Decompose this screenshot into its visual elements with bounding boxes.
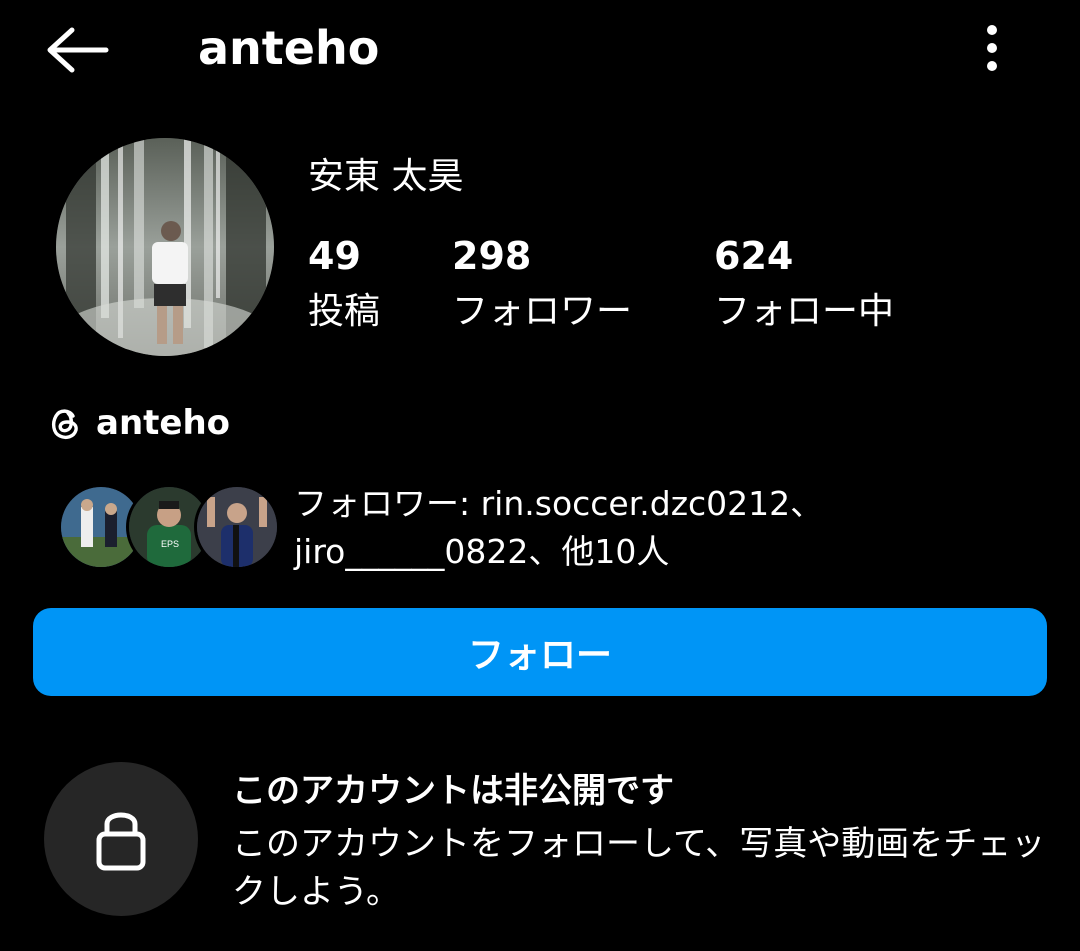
following-label: フォロー中 [714, 291, 895, 332]
private-account-badge [44, 762, 198, 916]
follow-button[interactable]: フォロー [33, 608, 1047, 696]
svg-text:EPS: EPS [161, 539, 179, 549]
posts-count: 49 [308, 234, 361, 278]
mutual-follower-photo [197, 487, 277, 567]
mutual-followers-line2: jiro______0822、他10人 [294, 532, 670, 571]
more-vertical-icon [987, 25, 997, 71]
mutual-followers[interactable]: EPS フォロワー: rin.soccer.dzc0212、 jiro_____… [58, 480, 1058, 580]
posts-label: 投稿 [308, 291, 381, 332]
profile-photo-image [56, 138, 274, 356]
back-button[interactable] [40, 20, 112, 80]
followers-count: 298 [452, 234, 532, 278]
lock-icon [96, 812, 146, 871]
more-options-button[interactable] [968, 22, 1016, 74]
following-count: 624 [714, 234, 794, 278]
mutual-followers-text: フォロワー: rin.soccer.dzc0212、 jiro______082… [294, 480, 1054, 576]
mutual-follower-avatar [194, 484, 280, 570]
followers-stat[interactable]: 298 フォロワー [452, 228, 632, 340]
threads-handle: anteho [96, 403, 231, 443]
profile-avatar[interactable] [56, 138, 274, 356]
private-account-title: このアカウントは非公開です [232, 771, 674, 811]
top-app-bar: anteho [0, 0, 1080, 100]
threads-icon [51, 409, 78, 440]
arrow-left-icon [47, 27, 109, 73]
threads-profile-link[interactable]: anteho [46, 400, 230, 446]
posts-stat[interactable]: 49 投稿 [308, 228, 380, 340]
username-title: anteho [198, 21, 380, 75]
mutual-followers-line1: フォロワー: rin.soccer.dzc0212、 [294, 484, 824, 523]
following-stat[interactable]: 624 フォロー中 [714, 228, 894, 340]
profile-full-name: 安東 太昊 [308, 156, 464, 197]
private-account-description: このアカウントをフォローして、写真や動画をチェックしよう。 [232, 824, 1046, 912]
followers-label: フォロワー [452, 291, 633, 332]
